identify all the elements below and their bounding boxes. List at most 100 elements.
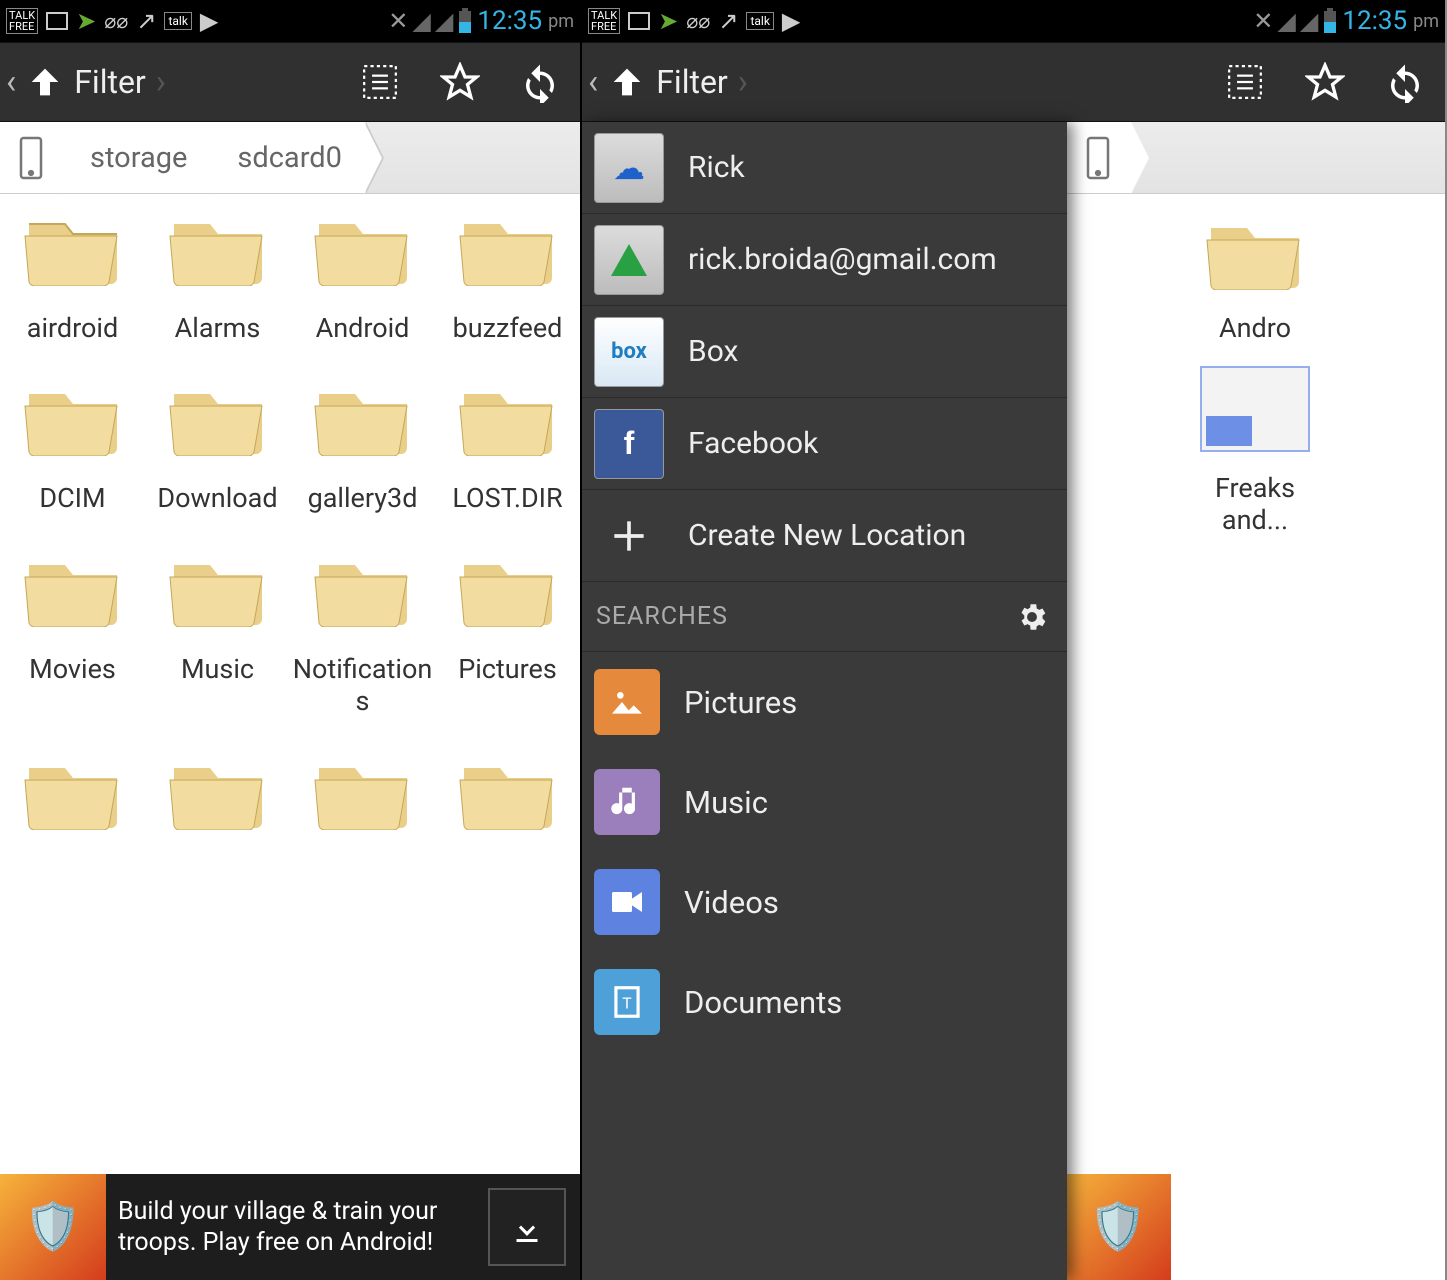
vibrate-icon: ✕ [1253,7,1273,35]
breadcrumb-root[interactable] [1065,122,1131,193]
folder-item[interactable]: Movies [0,545,145,718]
voicemail-icon: ⌀⌀ [104,9,128,33]
folder-icon [1205,208,1305,290]
svg-text:T: T [622,993,632,1012]
breadcrumb: storage sdcard0 [0,122,580,194]
select-mode-icon[interactable] [358,60,402,104]
select-mode-icon[interactable] [1223,60,1267,104]
folder-label: DCIM [39,482,105,514]
folder-item[interactable]: Andro [1180,208,1330,344]
search-pictures[interactable]: Pictures [582,652,1067,752]
send-icon: ➤ [76,7,96,35]
clock-time: 12:35 [477,6,542,36]
folder-label: Alarms [175,312,261,344]
folder-item[interactable] [290,748,435,856]
location-label: Box [688,334,738,369]
folder-item[interactable]: gallery3d [290,374,435,514]
folder-item[interactable] [145,748,290,856]
create-new-location[interactable]: Create New Location [582,490,1067,582]
folder-item[interactable] [435,748,580,856]
location-label: Facebook [688,426,818,461]
music-icon [594,769,660,835]
folder-item[interactable]: airdroid [0,204,145,344]
drive-icon [594,225,664,295]
ad-banner[interactable]: 🛡️ Build your village & train your troop… [0,1174,580,1280]
folder-icon [168,374,268,456]
phone-right: TALKFREE ➤ ⌀⌀ ↗ talk ▶ ✕ ◢ ◢ 12:35 pm ‹ … [582,0,1445,1280]
talk-icon: talk [164,12,191,30]
back-chevron-icon[interactable]: ‹ [0,62,18,102]
ad-thumb-icon[interactable]: 🛡️ [1065,1174,1171,1280]
location-onedrive[interactable]: ☁ Rick [582,122,1067,214]
action-bar: ‹ Filter › [0,42,580,122]
folder-icon [168,748,268,830]
refresh-icon[interactable] [518,60,562,104]
back-chevron-icon[interactable]: ‹ [582,62,600,102]
folder-icon [168,545,268,627]
folder-item[interactable]: Pictures [435,545,580,718]
breadcrumb-sdcard0[interactable]: sdcard0 [209,122,364,193]
search-documents[interactable]: T Documents [582,952,1067,1052]
folder-icon [458,545,558,627]
folder-label: Pictures [458,653,557,685]
video-item[interactable]: Freaks and... [1180,366,1330,536]
folder-icon [313,545,413,627]
folder-item[interactable]: Alarms [145,204,290,344]
folder-label: buzzfeed [453,312,563,344]
status-right: ✕ ◢ ◢ 12:35 pm [1253,6,1439,36]
folder-item[interactable]: LOST.DIR [435,374,580,514]
calls-icon: ↗ [136,7,156,35]
folder-icon [458,374,558,456]
star-icon[interactable] [438,60,482,104]
talk-icon: talk [746,12,773,30]
refresh-icon[interactable] [1383,60,1427,104]
folder-icon [23,204,123,286]
facebook-icon: f [594,409,664,479]
folder-item[interactable]: buzzfeed [435,204,580,344]
video-label: Freaks and... [1215,472,1295,536]
main-content-strip: Andro Freaks and... 🛡️ [1065,122,1445,1280]
folder-item[interactable]: Music [145,545,290,718]
ad-text: Build your village & train your troops. … [106,1196,488,1259]
folder-icon [168,204,268,286]
folder-label: gallery3d [308,482,418,514]
breadcrumb-root[interactable] [0,122,62,193]
documents-icon: T [594,969,660,1035]
search-label: Music [684,784,768,821]
status-left: TALKFREE ➤ ⌀⌀ ↗ talk ▶ [588,7,800,35]
status-bar: TALKFREE ➤ ⌀⌀ ↗ talk ▶ ✕ ◢ ◢ 12:35 pm [0,0,580,42]
actionbar-title[interactable]: Filter [656,63,728,101]
folder-label: Download [157,482,277,514]
folder-item[interactable]: DCIM [0,374,145,514]
actionbar-title[interactable]: Filter [74,63,146,101]
gear-icon[interactable] [1015,600,1049,634]
search-videos[interactable]: Videos [582,852,1067,952]
location-box[interactable]: box Box [582,306,1067,398]
cloud-icon: ☁ [594,133,664,203]
folder-label: Android [316,312,410,344]
location-google-drive[interactable]: rick.broida@gmail.com [582,214,1067,306]
folder-item[interactable] [0,748,145,856]
clock-ampm: pm [548,11,574,32]
folder-item[interactable]: Android [290,204,435,344]
pictures-icon [594,669,660,735]
clock-time: 12:35 [1342,6,1407,36]
status-right: ✕ ◢ ◢ 12:35 pm [388,6,574,36]
send-icon: ➤ [658,7,678,35]
star-icon[interactable] [1303,60,1347,104]
folder-grid: airdroid Alarms Android buzzfeed DCIM Do… [0,194,580,866]
box-icon: box [594,317,664,387]
up-button[interactable] [18,55,72,109]
folder-item[interactable]: Download [145,374,290,514]
plus-icon [594,501,664,571]
ad-download-button[interactable] [488,1188,566,1266]
folder-item[interactable]: Notifications [290,545,435,718]
breadcrumb-storage[interactable]: storage [62,122,209,193]
search-music[interactable]: Music [582,752,1067,852]
folder-label: airdroid [27,312,118,344]
ad-thumb-icon: 🛡️ [0,1174,106,1280]
location-facebook[interactable]: f Facebook [582,398,1067,490]
status-bar: TALKFREE ➤ ⌀⌀ ↗ talk ▶ ✕ ◢ ◢ 12:35 pm [582,0,1445,42]
up-button[interactable] [600,55,654,109]
battery-icon [457,8,473,34]
